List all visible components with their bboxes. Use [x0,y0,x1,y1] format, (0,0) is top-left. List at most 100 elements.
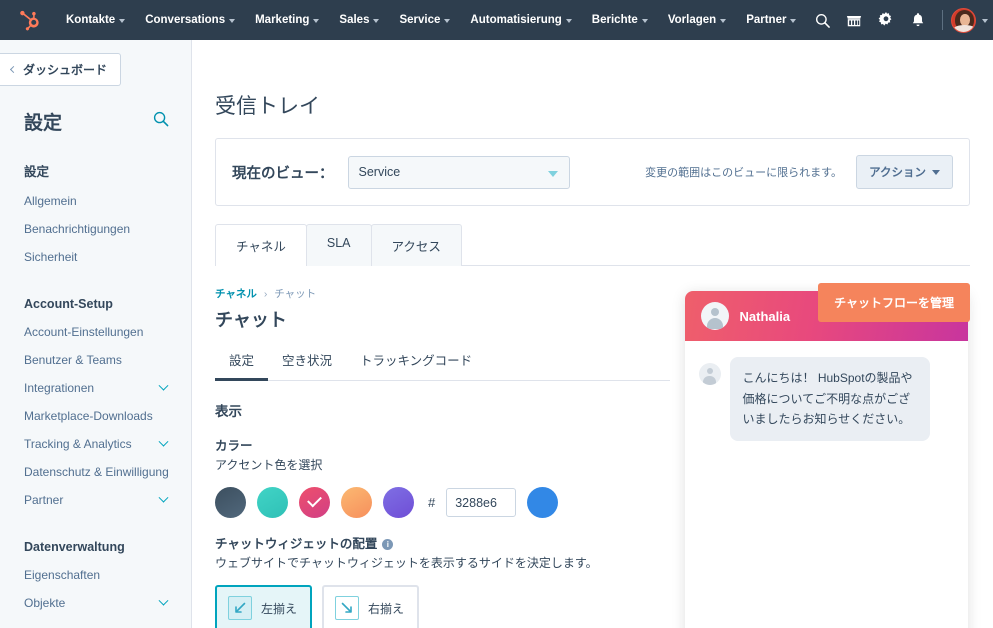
nav-item-berichte[interactable]: Berichte [582,0,658,40]
placement-left-button[interactable]: 左揃え [215,585,312,628]
top-tabs: チャネル SLA アクセス [215,224,970,266]
color-swatch-custom-blue[interactable] [527,487,558,518]
search-icon[interactable] [153,111,169,132]
page-title: 受信トレイ [192,40,993,120]
back-button-label: ダッシュボード [23,61,107,78]
avatar[interactable] [951,8,976,33]
chat-preview-body: こんにちは！ HubSpotの製品や価格についてご不明な点がございましたらお知ら… [685,341,968,457]
sidebar-item-label: Sicherheit [24,250,77,265]
sidebar-item-marketplace-downloads[interactable]: Marketplace-Downloads [24,402,173,430]
nav-item-kontakte[interactable]: Kontakte [56,0,135,40]
chat-preview-column: Nathalia こんにちは！ HubSpotの製品や価格についてご不明な点がご… [682,286,970,628]
sidebar-item-partner[interactable]: Partner [24,486,173,514]
placement-right-label: 右揃え [368,600,404,617]
panel-header: チャット [215,306,670,332]
chevron-down-icon [313,19,319,23]
chevron-down-icon [159,380,169,390]
color-swatch-orange[interactable] [341,487,372,518]
breadcrumb-parent[interactable]: チャネル [215,288,257,300]
sidebar-item-objekte[interactable]: Objekte [24,589,173,617]
view-select[interactable]: Service [348,156,570,189]
nav-label: Service [399,0,440,40]
sidebar-item-account-einstellungen[interactable]: Account-Einstellungen [24,318,173,346]
nav-item-marketing[interactable]: Marketing [245,0,329,40]
nav-label: Vorlagen [668,0,716,40]
settings-column: チャネル › チャット チャット 設定 空き状況 トラッキングコード [215,286,682,628]
sidebar-item-integrationen[interactable]: Integrationen [24,374,173,402]
chevron-down-icon [642,19,648,23]
hubspot-sprocket-logo[interactable] [18,9,40,31]
breadcrumb-separator: › [264,288,268,300]
sidebar-item-label: Tracking & Analytics [24,437,132,452]
nav-item-automatisierung[interactable]: Automatisierung [460,0,581,40]
chat-preview-message: こんにちは！ HubSpotの製品や価格についてご不明な点がございましたらお知ら… [730,357,930,441]
subtab-label: 空き状況 [282,354,332,368]
tab-label: SLA [327,236,351,250]
sidebar-item-tracking-analytics[interactable]: Tracking & Analytics [24,430,173,458]
sidebar-item-sicherheit[interactable]: Sicherheit [24,243,173,271]
subtab-tracking-code[interactable]: トラッキングコード [346,343,486,381]
placement-label-text: チャットウィジェットの配置 [215,537,377,551]
tab-sla[interactable]: SLA [306,224,372,266]
nav-item-partner[interactable]: Partner [736,0,806,40]
person-avatar-icon [701,302,729,330]
sidebar-group-account-setup: Account-Setup Account-Einstellungen Benu… [0,297,191,514]
breadcrumb-current: チャット [274,288,316,300]
chat-subtabs: 設定 空き状況 トラッキングコード [215,343,670,381]
back-to-dashboard-button[interactable]: ダッシュボード [0,53,121,86]
hash-symbol: # [428,495,435,510]
person-avatar-icon [699,363,721,385]
sidebar-group-datenverwaltung: Datenverwaltung Eigenschaften Objekte [0,540,191,617]
chevron-down-icon [159,436,169,446]
subtab-label: 設定 [229,354,254,368]
nav-item-sales[interactable]: Sales [329,0,389,40]
sidebar-item-label: Benutzer & Teams [24,353,122,368]
placement-left-label: 左揃え [261,600,297,617]
subtab-verfuegbarkeit[interactable]: 空き状況 [268,343,346,381]
color-swatch-dark-slate[interactable] [215,487,246,518]
sidebar-item-datenschutz-einwilligung[interactable]: Datenschutz & Einwilligung [24,458,173,486]
sidebar-item-benutzer-teams[interactable]: Benutzer & Teams [24,346,173,374]
sidebar-item-label: Integrationen [24,381,94,396]
marketplace-icon[interactable] [838,0,870,40]
color-field-label: カラー [215,435,670,454]
nav-item-service[interactable]: Service [389,0,460,40]
sidebar-title: 設定 [24,108,62,135]
bell-icon[interactable] [902,0,934,40]
subtab-einstellungen[interactable]: 設定 [215,343,268,381]
sidebar-item-eigenschaften[interactable]: Eigenschaften [24,561,173,589]
chevron-down-icon [159,595,169,605]
color-swatch-teal[interactable] [257,487,288,518]
color-swatch-pink-red[interactable] [299,487,330,518]
sidebar-item-benachrichtigungen[interactable]: Benachrichtigungen [24,215,173,243]
tab-zugriff[interactable]: アクセス [371,224,462,266]
chevron-down-icon [159,492,169,502]
info-icon[interactable]: i [382,539,393,550]
manage-chatflows-button[interactable]: チャットフローを管理 [818,283,970,322]
color-swatch-row: # [215,487,670,518]
tab-kanaele[interactable]: チャネル [215,224,307,266]
placement-right-button[interactable]: 右揃え [322,585,419,628]
nav-item-conversations[interactable]: Conversations [135,0,245,40]
sidebar-item-label: Account-Einstellungen [24,325,143,340]
sidebar-item-label: Benachrichtigungen [24,222,130,237]
actions-button[interactable]: アクション [856,155,953,189]
sidebar-item-label: Objekte [24,596,65,611]
chevron-down-icon [229,19,235,23]
sidebar-item-label: Partner [24,493,63,508]
sidebar-item-allgemein[interactable]: Allgemein [24,187,173,215]
nav-item-vorlagen[interactable]: Vorlagen [658,0,736,40]
nav-label: Partner [746,0,786,40]
top-navigation-bar: Kontakte Conversations Marketing Sales S… [0,0,993,40]
color-swatch-purple[interactable] [383,487,414,518]
gear-icon[interactable] [870,0,902,40]
chat-settings-panel: チャネル › チャット チャット 設定 空き状況 トラッキングコード [215,266,970,628]
arrow-down-left-icon [228,596,252,620]
chevron-down-icon [982,19,988,23]
arrow-down-right-icon [335,596,359,620]
hex-color-input[interactable] [446,488,516,517]
search-icon[interactable] [806,0,838,40]
nav-label: Automatisierung [470,0,561,40]
view-scope-note: 変更の範囲はこのビューに限られます。 [645,164,842,180]
user-menu[interactable] [951,8,992,33]
